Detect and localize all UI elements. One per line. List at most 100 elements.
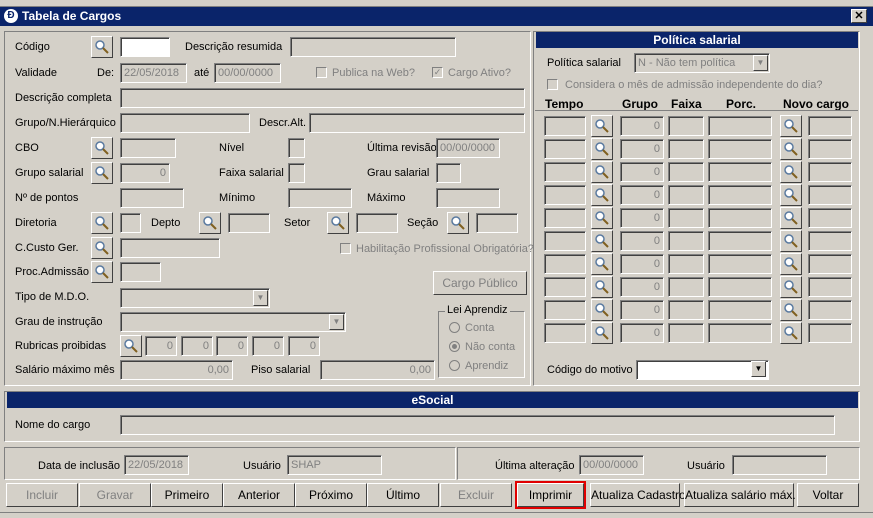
- lei-nao-conta-radio[interactable]: [449, 341, 460, 352]
- n-pontos-input[interactable]: [120, 188, 184, 208]
- diretoria-lookup-button[interactable]: [91, 212, 113, 234]
- grupo-input[interactable]: 0: [620, 231, 664, 251]
- faixa-input[interactable]: [668, 300, 704, 320]
- depto-input[interactable]: [228, 213, 270, 233]
- rubrica-input[interactable]: 0: [216, 336, 248, 356]
- grupo-lookup-button[interactable]: [591, 161, 613, 183]
- proc-admissao-input[interactable]: [120, 262, 161, 282]
- secao-lookup-button[interactable]: [447, 212, 469, 234]
- grupo-hierarquico-input[interactable]: [120, 113, 250, 133]
- gravar-button[interactable]: Gravar: [79, 483, 151, 507]
- novo-cargo-lookup-button[interactable]: [780, 207, 802, 229]
- novo-cargo-lookup-button[interactable]: [780, 161, 802, 183]
- grupo-input[interactable]: 0: [620, 323, 664, 343]
- ultima-revisao-input[interactable]: 00/00/0000: [436, 138, 500, 158]
- rubrica-input[interactable]: 0: [252, 336, 284, 356]
- ultimo-button[interactable]: Último: [367, 483, 439, 507]
- novo-cargo-lookup-button[interactable]: [780, 322, 802, 344]
- faixa-input[interactable]: [668, 139, 704, 159]
- faixa-input[interactable]: [668, 208, 704, 228]
- faixa-input[interactable]: [668, 323, 704, 343]
- tipo-mdo-select[interactable]: ▼: [120, 288, 270, 308]
- cbo-input[interactable]: [120, 138, 176, 158]
- porc-input[interactable]: [708, 300, 772, 320]
- descricao-completa-input[interactable]: [120, 88, 525, 108]
- rubricas-lookup-button[interactable]: [120, 335, 142, 357]
- validade-de-input[interactable]: 22/05/2018: [120, 63, 187, 83]
- novo-cargo-input[interactable]: [808, 139, 852, 159]
- porc-input[interactable]: [708, 116, 772, 136]
- grupo-lookup-button[interactable]: [591, 184, 613, 206]
- faixa-input[interactable]: [668, 185, 704, 205]
- porc-input[interactable]: [708, 185, 772, 205]
- grupo-input[interactable]: 0: [620, 254, 664, 274]
- porc-input[interactable]: [708, 277, 772, 297]
- faixa-input[interactable]: [668, 254, 704, 274]
- grau-instrucao-select[interactable]: ▼: [120, 312, 346, 332]
- novo-cargo-lookup-button[interactable]: [780, 115, 802, 137]
- tempo-input[interactable]: [544, 139, 586, 159]
- politica-salarial-select[interactable]: N - Não tem política ▼: [634, 53, 770, 73]
- faixa-input[interactable]: [668, 277, 704, 297]
- novo-cargo-lookup-button[interactable]: [780, 253, 802, 275]
- maximo-input[interactable]: [436, 188, 500, 208]
- rubrica-input[interactable]: 0: [145, 336, 177, 356]
- anterior-button[interactable]: Anterior: [223, 483, 295, 507]
- grupo-lookup-button[interactable]: [591, 253, 613, 275]
- validade-ate-input[interactable]: 00/00/0000: [214, 63, 281, 83]
- proc-admissao-lookup-button[interactable]: [91, 261, 113, 283]
- grupo-lookup-button[interactable]: [591, 115, 613, 137]
- tempo-input[interactable]: [544, 323, 586, 343]
- novo-cargo-lookup-button[interactable]: [780, 276, 802, 298]
- porc-input[interactable]: [708, 139, 772, 159]
- novo-cargo-input[interactable]: [808, 116, 852, 136]
- grupo-lookup-button[interactable]: [591, 322, 613, 344]
- novo-cargo-lookup-button[interactable]: [780, 184, 802, 206]
- depto-lookup-button[interactable]: [199, 212, 221, 234]
- descr-alt-input[interactable]: [309, 113, 525, 133]
- porc-input[interactable]: [708, 254, 772, 274]
- porc-input[interactable]: [708, 323, 772, 343]
- tempo-input[interactable]: [544, 116, 586, 136]
- novo-cargo-input[interactable]: [808, 162, 852, 182]
- rubrica-input[interactable]: 0: [288, 336, 320, 356]
- ccusto-lookup-button[interactable]: [91, 237, 113, 259]
- minimo-input[interactable]: [288, 188, 352, 208]
- nome-cargo-input[interactable]: [120, 415, 835, 435]
- grupo-input[interactable]: 0: [620, 185, 664, 205]
- grupo-salarial-lookup-button[interactable]: [91, 162, 113, 184]
- codigo-lookup-button[interactable]: [91, 36, 113, 58]
- secao-input[interactable]: [476, 213, 518, 233]
- atualiza-salario-button[interactable]: Atualiza salário máx.: [684, 483, 796, 507]
- considera-checkbox[interactable]: [547, 79, 558, 90]
- tempo-input[interactable]: [544, 254, 586, 274]
- atualiza-cadastro-button[interactable]: Atualiza Cadastro: [590, 483, 686, 507]
- grupo-lookup-button[interactable]: [591, 299, 613, 321]
- grupo-lookup-button[interactable]: [591, 230, 613, 252]
- porc-input[interactable]: [708, 208, 772, 228]
- faixa-input[interactable]: [668, 116, 704, 136]
- cbo-lookup-button[interactable]: [91, 137, 113, 159]
- tempo-input[interactable]: [544, 300, 586, 320]
- setor-input[interactable]: [356, 213, 398, 233]
- novo-cargo-input[interactable]: [808, 185, 852, 205]
- incluir-button[interactable]: Incluir: [6, 483, 78, 507]
- habilitacao-checkbox[interactable]: [340, 243, 351, 254]
- salario-max-input[interactable]: 0,00: [120, 360, 233, 380]
- setor-lookup-button[interactable]: [327, 212, 349, 234]
- tempo-input[interactable]: [544, 208, 586, 228]
- lei-aprendiz-radio[interactable]: [449, 360, 460, 371]
- imprimir-button[interactable]: Imprimir: [515, 481, 586, 509]
- tempo-input[interactable]: [544, 185, 586, 205]
- grau-salarial-input[interactable]: [436, 163, 461, 183]
- descricao-resumida-input[interactable]: [290, 37, 456, 57]
- cargo-publico-button[interactable]: Cargo Público: [433, 271, 527, 295]
- codigo-motivo-select[interactable]: [636, 360, 769, 380]
- proximo-button[interactable]: Próximo: [295, 483, 367, 507]
- novo-cargo-input[interactable]: [808, 300, 852, 320]
- codigo-input[interactable]: [120, 37, 170, 57]
- novo-cargo-input[interactable]: [808, 323, 852, 343]
- porc-input[interactable]: [708, 231, 772, 251]
- chevron-down-icon[interactable]: ▼: [751, 361, 766, 377]
- nivel-input[interactable]: [288, 138, 305, 158]
